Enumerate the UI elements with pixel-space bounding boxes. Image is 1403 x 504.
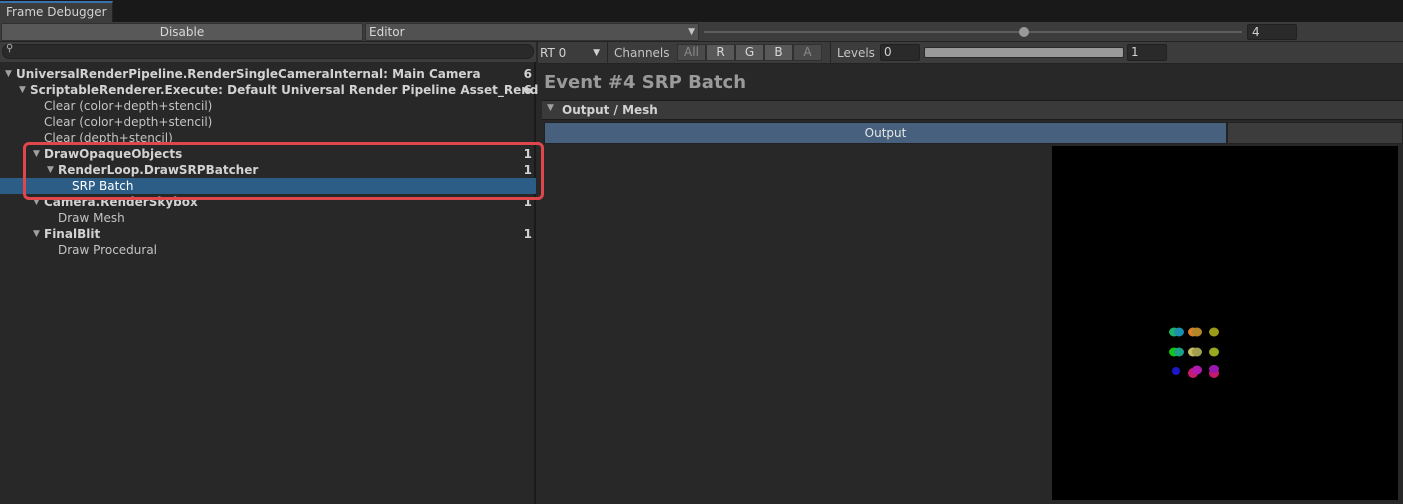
tree-item-selected[interactable]: SRP Batch [0, 178, 536, 194]
levels-max-field[interactable]: 1 [1127, 44, 1167, 61]
tree-item-label: ScriptableRenderer.Execute: Default Univ… [30, 83, 567, 97]
search-bar: ⚲ [0, 42, 536, 62]
output-mesh-section[interactable]: ▼ Output / Mesh [542, 100, 1403, 120]
expand-arrow-icon[interactable]: ▼ [33, 226, 40, 242]
event-number-field[interactable]: 4 [1247, 24, 1297, 40]
target-dropdown-label: Editor [369, 25, 405, 39]
tree-item-count: 6 [523, 83, 532, 97]
tree-item-label: RenderLoop.DrawSRPBatcher [58, 163, 259, 177]
tree-item[interactable]: Draw Mesh [0, 210, 536, 226]
tree-item-label: UniversalRenderPipeline.RenderSingleCame… [16, 67, 481, 81]
tree-item[interactable]: Clear (color+depth+stencil) [0, 98, 536, 114]
channel-b-button[interactable]: B [764, 44, 793, 61]
levels-range-slider[interactable] [924, 47, 1124, 58]
tree-item-count: 1 [523, 195, 532, 209]
chevron-down-icon: ▼ [688, 27, 695, 37]
expand-arrow-icon[interactable]: ▼ [47, 162, 54, 178]
expand-arrow-icon[interactable]: ▼ [33, 194, 40, 210]
divider [830, 42, 831, 64]
event-tree-panel: ⚲ ▼ UniversalRenderPipeline.RenderSingle… [0, 42, 566, 504]
tree-item[interactable]: ▼ ScriptableRenderer.Execute: Default Un… [0, 82, 566, 98]
event-slider-track[interactable] [704, 31, 1242, 33]
tree-item-label: Camera.RenderSkybox [44, 195, 198, 209]
tree-item-label: Clear (color+depth+stencil) [44, 115, 213, 129]
tree-item-label: Clear (depth+stencil) [44, 131, 173, 145]
levels-min-field[interactable]: 0 [880, 44, 920, 61]
tree-item[interactable]: ▼ RenderLoop.DrawSRPBatcher 1 [0, 162, 536, 178]
tree-item-count: 1 [523, 227, 532, 241]
channel-g-button[interactable]: G [735, 44, 764, 61]
channels-label: Channels [614, 46, 670, 60]
render-output-preview [1052, 146, 1398, 500]
expand-arrow-icon[interactable]: ▼ [19, 82, 26, 98]
tree-item-label: Draw Procedural [58, 243, 158, 257]
tree-item-count: 6 [523, 67, 532, 81]
tree-item-label: SRP Batch [72, 179, 134, 193]
tab-frame-debugger[interactable]: Frame Debugger [0, 1, 113, 22]
tree-item[interactable]: ▼ Camera.RenderSkybox 1 [0, 194, 536, 210]
levels-label: Levels [837, 46, 875, 60]
target-dropdown[interactable]: Editor ▼ [365, 23, 699, 41]
tree-item-label: FinalBlit [44, 227, 101, 241]
search-icon: ⚲ [6, 43, 14, 54]
event-tree: ▼ UniversalRenderPipeline.RenderSingleCa… [0, 66, 566, 258]
tree-item-label: Clear (color+depth+stencil) [44, 99, 213, 113]
chevron-down-icon: ▼ [593, 48, 600, 58]
tree-item-label: Draw Mesh [58, 211, 125, 225]
tree-item[interactable]: ▼ DrawOpaqueObjects 1 [0, 146, 536, 162]
tree-item-count: 1 [523, 147, 532, 161]
tree-item[interactable]: Draw Procedural [0, 242, 536, 258]
channel-all-button[interactable]: All [677, 44, 706, 61]
search-input[interactable]: ⚲ [2, 43, 534, 59]
output-content [542, 144, 1403, 504]
top-toolbar: Disable Editor ▼ 4 [0, 22, 1403, 42]
tab-bar: Frame Debugger [0, 0, 1403, 22]
output-toolbar: RT 0 ▼ Channels All R G B A Levels 0 1 [538, 42, 1403, 64]
event-title: Event #4 SRP Batch [544, 72, 747, 93]
section-label: Output / Mesh [562, 103, 658, 117]
tree-item[interactable]: ▼ UniversalRenderPipeline.RenderSingleCa… [0, 66, 536, 82]
tree-item-label: DrawOpaqueObjects [44, 147, 183, 161]
tree-item[interactable]: Clear (color+depth+stencil) [0, 114, 536, 130]
tree-item[interactable]: Clear (depth+stencil) [0, 130, 536, 146]
expand-arrow-icon[interactable]: ▼ [5, 66, 12, 82]
tab-output[interactable]: Output [544, 122, 1227, 144]
tree-item-count: 1 [523, 163, 532, 177]
render-preview-image [1169, 327, 1219, 378]
render-target-dropdown[interactable]: RT 0 ▼ [540, 45, 604, 61]
tab-mesh[interactable] [1227, 122, 1403, 144]
expand-arrow-icon[interactable]: ▼ [547, 103, 554, 113]
divider [607, 42, 608, 64]
event-details-panel: RT 0 ▼ Channels All R G B A Levels 0 1 E… [538, 42, 1403, 504]
tree-item[interactable]: ▼ FinalBlit 1 [0, 226, 536, 242]
channel-r-button[interactable]: R [706, 44, 735, 61]
channel-a-button[interactable]: A [793, 44, 822, 61]
disable-button[interactable]: Disable [1, 23, 363, 41]
expand-arrow-icon[interactable]: ▼ [33, 146, 40, 162]
event-slider-thumb[interactable] [1019, 27, 1029, 37]
render-target-label: RT 0 [540, 46, 567, 60]
